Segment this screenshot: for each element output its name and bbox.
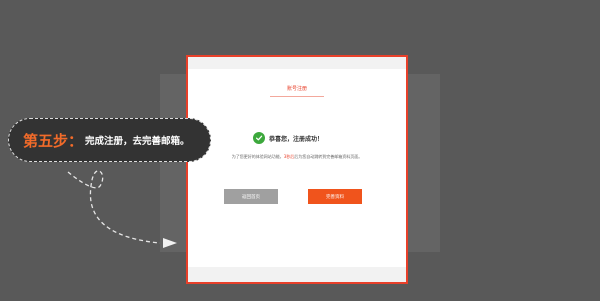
dashed-arrow-icon xyxy=(67,170,177,248)
